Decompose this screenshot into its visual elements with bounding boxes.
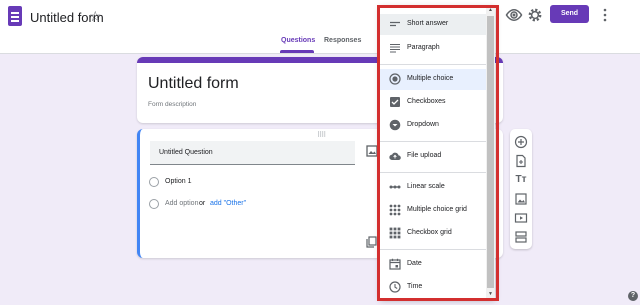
side-toolbar: Tт — [510, 129, 532, 249]
form-description-field[interactable]: Form description — [148, 101, 196, 108]
scrollbar-thumb[interactable] — [487, 16, 494, 288]
menu-item-date[interactable]: Date — [380, 254, 486, 275]
menu-item-label: Time — [407, 283, 423, 290]
menu-divider — [380, 141, 486, 142]
option-1-label[interactable]: Option 1 — [165, 178, 191, 185]
menu-item-file-upload[interactable]: File upload — [380, 146, 486, 167]
add-option-link[interactable]: Add option — [165, 200, 198, 207]
add-option-radio — [149, 199, 159, 209]
forms-logo-icon[interactable] — [8, 6, 22, 26]
star-icon[interactable]: ☆ — [89, 8, 102, 25]
menu-divider — [380, 172, 486, 173]
menu-item-label: Checkboxes — [407, 98, 446, 105]
duplicate-icon[interactable] — [366, 236, 377, 248]
menu-item-linear-scale[interactable]: Linear scale — [380, 177, 486, 198]
menu-item-checkboxes[interactable]: Checkboxes — [380, 92, 486, 113]
question-title-field[interactable]: Untitled Question — [150, 141, 355, 165]
menu-item-label: File upload — [407, 152, 442, 159]
option-radio — [149, 177, 159, 187]
menu-item-label: Linear scale — [407, 183, 445, 190]
menu-item-label: Short answer — [407, 20, 449, 27]
menu-scrollbar[interactable]: ▲ ▼ — [486, 6, 495, 298]
clock-icon — [389, 281, 401, 293]
menu-item-multiple-choice-grid[interactable]: Multiple choice grid — [380, 200, 486, 221]
add-title-icon[interactable]: Tт — [514, 173, 528, 187]
menu-divider — [380, 64, 486, 65]
question-type-menu[interactable]: Short answer Paragraph Multiple choice C… — [380, 6, 495, 298]
menu-item-short-answer[interactable]: Short answer — [380, 14, 486, 35]
menu-item-label: Multiple choice — [407, 75, 454, 82]
add-image-icon[interactable] — [366, 145, 378, 157]
menu-item-paragraph[interactable]: Paragraph — [380, 38, 486, 59]
menu-item-time[interactable]: Time — [380, 277, 486, 298]
menu-item-dropdown[interactable]: Dropdown — [380, 115, 486, 136]
linear-scale-icon — [389, 185, 401, 189]
send-button[interactable]: Send — [550, 5, 589, 23]
scroll-down-arrow-icon[interactable]: ▼ — [487, 291, 494, 297]
menu-item-label: Checkbox grid — [407, 229, 452, 236]
add-section-icon[interactable] — [514, 230, 528, 244]
checkbox-icon — [390, 97, 400, 107]
grid-icon — [389, 227, 401, 239]
drag-handle-icon[interactable]: ⠿⠿ — [317, 131, 326, 139]
menu-divider — [380, 249, 486, 250]
calendar-icon — [389, 258, 401, 270]
tab-responses[interactable]: Responses — [324, 37, 361, 44]
scroll-up-arrow-icon[interactable]: ▲ — [487, 7, 494, 13]
dropdown-icon — [389, 119, 401, 131]
add-question-icon[interactable] — [514, 135, 528, 149]
help-icon[interactable]: ? — [628, 291, 638, 301]
short-answer-icon — [390, 21, 400, 27]
grid-icon — [389, 204, 401, 216]
menu-item-label: Dropdown — [407, 121, 439, 128]
question-title: Untitled Question — [159, 149, 213, 156]
menu-item-multiple-choice[interactable]: Multiple choice — [380, 69, 486, 90]
preview-eye-icon[interactable] — [505, 6, 523, 24]
or-text: or — [199, 200, 206, 207]
cloud-upload-icon — [389, 152, 401, 160]
add-other-link[interactable]: add "Other" — [210, 200, 246, 207]
active-tab-indicator — [280, 50, 314, 53]
paragraph-icon — [390, 43, 400, 53]
menu-item-label: Date — [407, 260, 422, 267]
radio-icon — [389, 73, 401, 85]
add-image-icon[interactable] — [514, 192, 528, 206]
menu-item-label: Paragraph — [407, 44, 440, 51]
more-vert-icon[interactable] — [601, 8, 609, 22]
menu-item-checkbox-grid[interactable]: Checkbox grid — [380, 223, 486, 244]
add-video-icon[interactable] — [514, 211, 528, 225]
import-questions-icon[interactable] — [514, 154, 528, 168]
menu-item-label: Multiple choice grid — [407, 206, 467, 213]
tab-questions[interactable]: Questions — [281, 37, 315, 44]
app-header: Untitled form ☆ Send Questions Responses — [0, 0, 640, 54]
settings-gear-icon[interactable] — [526, 6, 544, 24]
form-title[interactable]: Untitled form — [148, 75, 239, 93]
